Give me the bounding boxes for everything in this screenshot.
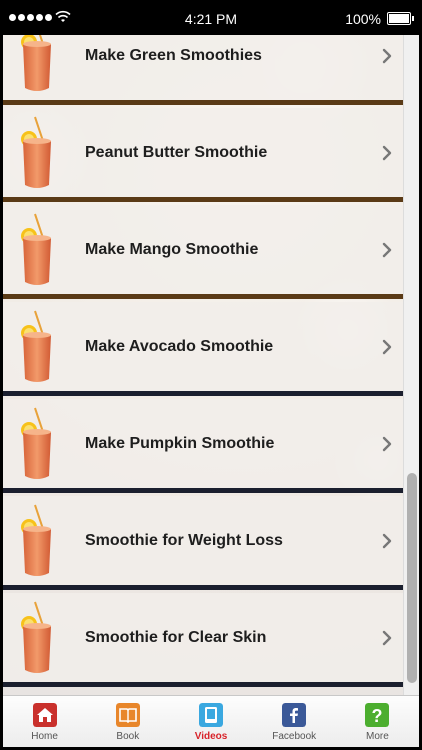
tab-facebook-label: Facebook — [272, 731, 317, 742]
list-item[interactable]: Smoothie for Weight Loss — [3, 496, 403, 590]
tab-more-label: More — [366, 731, 389, 742]
chevron-right-icon — [382, 630, 392, 646]
tab-more[interactable]: ? More — [336, 696, 419, 747]
tab-book-label: Book — [116, 731, 140, 742]
smoothie-thumbnail-icon — [21, 35, 51, 91]
list-item-label: Make Avocado Smoothie — [85, 338, 274, 355]
list-item-label: Make Mango Smoothie — [85, 241, 259, 258]
tab-videos[interactable]: Videos — [169, 696, 252, 747]
more-icon: ? — [365, 703, 390, 727]
chevron-right-icon — [382, 242, 392, 258]
app-screen: 4:21 PM 100% Make Green Smoothies Peanut … — [3, 3, 419, 747]
scrollbar-thumb[interactable] — [407, 473, 417, 683]
status-bar: 4:21 PM 100% — [3, 3, 419, 35]
svg-text:?: ? — [372, 706, 383, 726]
tab-book[interactable]: Book — [86, 696, 169, 747]
list-item-label: Smoothie for Weight Loss — [85, 532, 283, 549]
smoothie-thumbnail-icon — [21, 601, 51, 673]
tab-home-label: Home — [31, 731, 58, 742]
chevron-right-icon — [382, 145, 392, 161]
smoothie-thumbnail-icon — [21, 116, 51, 188]
list-item[interactable]: Make Pumpkin Smoothie — [3, 399, 403, 493]
smoothie-thumbnail-icon — [21, 407, 51, 479]
videos-icon — [199, 703, 223, 727]
tab-home[interactable]: Home — [3, 696, 86, 747]
list-item[interactable]: Smoothie for Clear Skin — [3, 593, 403, 687]
list-item[interactable]: Peanut Butter Smoothie — [3, 108, 403, 202]
tab-bar: Home Book Videos Facebook ? More — [3, 695, 419, 747]
home-icon — [32, 703, 57, 727]
list-item-label: Make Green Smoothies — [85, 47, 262, 64]
smoothie-list: Make Green Smoothies Peanut Butter Smooth… — [3, 35, 403, 695]
chevron-right-icon — [382, 436, 392, 452]
list-item-label: Make Pumpkin Smoothie — [85, 435, 275, 452]
facebook-icon — [282, 703, 307, 727]
smoothie-thumbnail-icon — [21, 310, 51, 382]
chevron-right-icon — [382, 48, 392, 64]
book-icon — [115, 703, 140, 727]
tab-facebook[interactable]: Facebook — [253, 696, 336, 747]
smoothie-thumbnail-icon — [21, 504, 51, 576]
list-item[interactable]: Make Green Smoothies — [3, 35, 403, 105]
list-item-label: Peanut Butter Smoothie — [85, 144, 268, 161]
scrollbar[interactable] — [403, 35, 419, 695]
smoothie-thumbnail-icon — [21, 213, 51, 285]
device-frame: 4:21 PM 100% Make Green Smoothies Peanut … — [0, 0, 422, 750]
battery-percentage: 100% — [345, 11, 381, 27]
list-item[interactable]: Make Avocado Smoothie — [3, 302, 403, 396]
list-item[interactable]: Make Mango Smoothie — [3, 205, 403, 299]
tab-videos-label: Videos — [194, 731, 228, 742]
chevron-right-icon — [382, 533, 392, 549]
battery-icon — [387, 12, 414, 25]
list-item-label: Smoothie for Clear Skin — [85, 629, 267, 646]
chevron-right-icon — [382, 339, 392, 355]
